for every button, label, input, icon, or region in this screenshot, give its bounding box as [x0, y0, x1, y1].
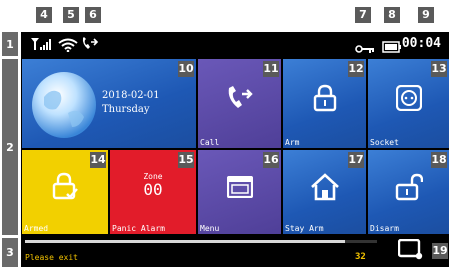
callout-exit-button: 19	[432, 243, 448, 259]
call-icon	[226, 85, 254, 115]
callout-row-status: 1	[2, 32, 18, 56]
callout-socket-tile: 13	[431, 61, 447, 77]
signal-icon	[30, 36, 54, 55]
call-label: Call	[200, 138, 220, 147]
disarm-label: Disarm	[370, 224, 399, 233]
menu-tile[interactable]: Menu 16	[198, 150, 281, 234]
stay-arm-tile[interactable]: Stay Arm 17	[283, 150, 366, 234]
lock-check-icon	[51, 172, 79, 206]
key-icon	[355, 39, 375, 58]
exit-message: Please exit	[25, 253, 78, 262]
clock-time: 00:04	[401, 36, 441, 51]
date-block: 2018-02-01 Thursday	[102, 89, 160, 117]
callout-wifi: 5	[63, 7, 79, 23]
callout-battery: 8	[384, 7, 400, 23]
exit-progress-fill	[25, 240, 346, 243]
callout-row-tiles: 2	[2, 59, 18, 235]
weather-date-tile[interactable]: 2018-02-01 Thursday 10	[22, 59, 196, 148]
socket-icon	[395, 84, 422, 115]
weekday-value: Thursday	[102, 104, 150, 115]
arm-tile[interactable]: Arm 12	[283, 59, 366, 148]
callout-phone: 6	[85, 7, 101, 23]
bottom-bar: Please exit 32	[21, 235, 449, 267]
call-tile[interactable]: Call 11	[198, 59, 281, 148]
wifi-icon	[58, 37, 78, 56]
home-icon	[310, 172, 340, 205]
callout-key: 7	[355, 7, 371, 23]
panic-alarm-tile[interactable]: Zone 00 Panic Alarm 15	[110, 150, 196, 234]
callout-call-tile: 11	[263, 61, 279, 77]
battery-icon	[382, 38, 402, 57]
stay-arm-label: Stay Arm	[285, 224, 324, 233]
callout-panic-tile: 15	[178, 152, 194, 168]
device-screen: 00:04 2018-02-01 Thursday 10 Call 11 Arm…	[21, 32, 449, 267]
armed-label: Armed	[24, 224, 49, 233]
phone-forward-icon	[81, 36, 99, 55]
status-bar: 00:04	[21, 32, 449, 56]
callout-disarm-tile: 18	[431, 152, 447, 168]
date-value: 2018-02-01	[102, 90, 160, 101]
exit-progress-bar	[25, 240, 377, 243]
exit-button[interactable]	[397, 238, 424, 265]
socket-tile[interactable]: Socket 13	[368, 59, 449, 148]
globe-icon	[30, 69, 100, 145]
menu-window-icon	[226, 175, 253, 202]
callout-row-bottom: 3	[2, 238, 18, 267]
callout-signal: 4	[36, 7, 52, 23]
callout-arm-tile: 12	[348, 61, 364, 77]
arm-label: Arm	[285, 138, 300, 147]
disarm-tile[interactable]: Disarm 18	[368, 150, 449, 234]
socket-label: Socket	[370, 138, 399, 147]
zone-display: Zone 00	[110, 172, 196, 199]
callout-clock: 9	[418, 7, 434, 23]
armed-tile[interactable]: Armed 14	[22, 150, 108, 234]
menu-label: Menu	[200, 224, 220, 233]
exit-countdown: 32	[355, 252, 366, 262]
callout-menu-tile: 16	[263, 152, 279, 168]
callout-armed-tile: 14	[90, 152, 106, 168]
callout-stay-arm-tile: 17	[348, 152, 364, 168]
callout-weather-tile: 10	[178, 61, 194, 77]
unlock-icon	[395, 173, 423, 205]
panic-alarm-label: Panic Alarm	[112, 224, 165, 233]
exit-screen-icon	[397, 238, 423, 260]
lock-icon	[312, 84, 338, 116]
zone-number: 00	[143, 180, 163, 199]
